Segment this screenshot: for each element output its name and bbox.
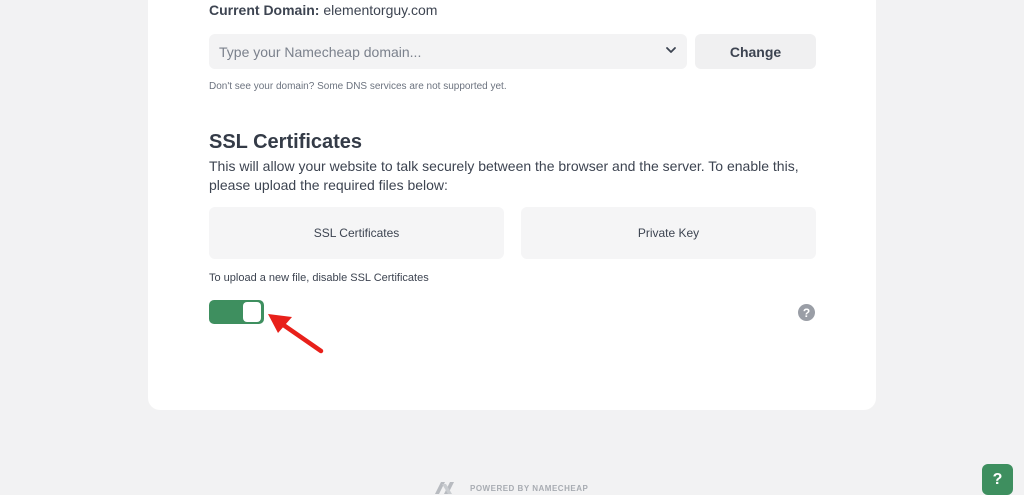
ssl-section-title: SSL Certificates [209, 131, 363, 153]
footer: POWERED BY NAMECHEAP [434, 481, 588, 495]
powered-by-text: POWERED BY NAMECHEAP [470, 483, 589, 493]
domain-select[interactable]: Type your Namecheap domain... [209, 34, 687, 69]
help-chat-button[interactable]: ? [982, 464, 1013, 495]
domain-hint: Don't see your domain? Some DNS services… [209, 81, 507, 92]
current-domain: Current Domain: elementorguy.com [209, 2, 437, 18]
help-icon[interactable]: ? [798, 304, 815, 321]
domain-select-placeholder: Type your Namecheap domain... [219, 43, 422, 60]
upload-hint: To upload a new file, disable SSL Certif… [209, 272, 429, 284]
ssl-certificates-upload[interactable]: SSL Certificates [209, 207, 504, 259]
toggle-knob [243, 302, 261, 322]
private-key-upload[interactable]: Private Key [521, 207, 816, 259]
current-domain-label: Current Domain: [209, 2, 320, 18]
ssl-toggle[interactable] [209, 300, 264, 324]
chevron-down-icon [666, 47, 676, 53]
annotation-arrow-icon [268, 314, 324, 354]
current-domain-value: elementorguy.com [323, 2, 438, 18]
ssl-description: This will allow your website to talk sec… [209, 158, 799, 193]
change-button[interactable]: Change [695, 34, 816, 69]
namecheap-logo-icon [435, 482, 454, 494]
